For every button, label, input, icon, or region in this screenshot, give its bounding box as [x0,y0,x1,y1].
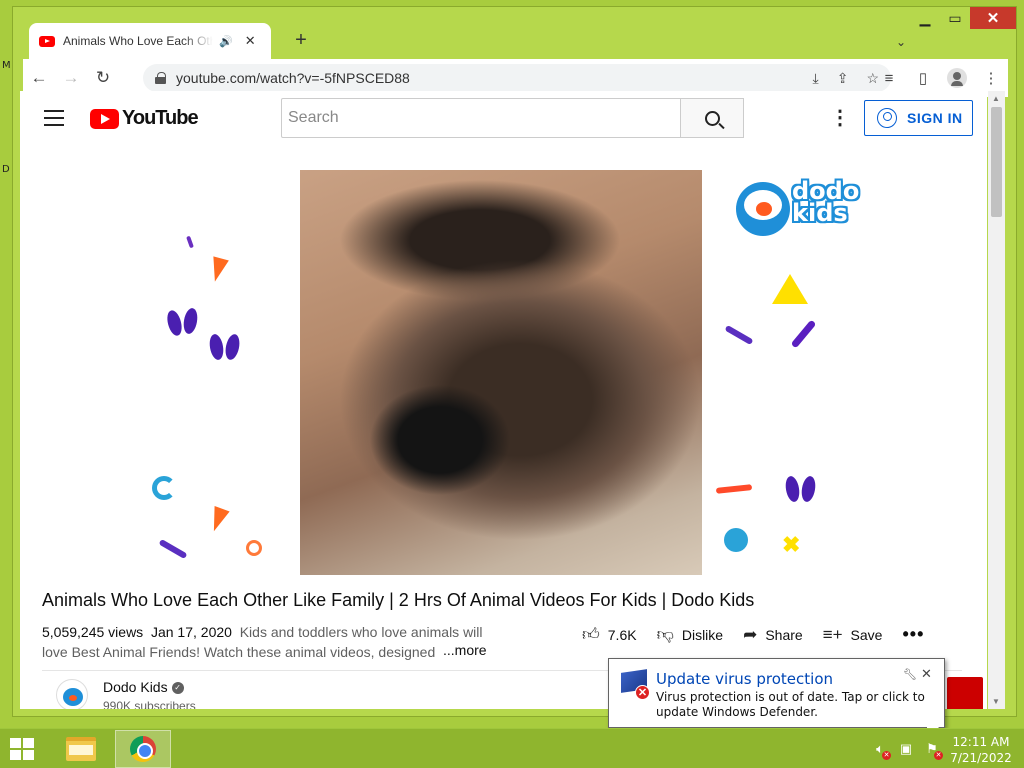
youtube-play-icon [90,108,119,129]
subscriber-count: 990K subscribers [103,699,196,709]
desktop-edge-text: D [2,164,10,175]
dislike-button[interactable]: 👎︎ Dislike [657,624,724,645]
windows-defender-alert-icon: ✕ [619,669,651,701]
tab-search-chevron-icon[interactable]: ⌄ [896,35,906,49]
sign-in-label: SIGN IN [907,110,963,126]
taskbar-file-explorer[interactable] [53,730,109,768]
clock-date: 7/21/2022 [950,751,1012,765]
new-tab-button[interactable]: + [289,29,313,52]
taskbar: 🔈︎ ✕ ▣ ⚑ ✕ 12:11 AM 7/21/2022 [0,728,1024,768]
address-bar-actions: ⤓ ⇪ ☆ [813,70,880,87]
menu-icon[interactable]: ⋮ [980,64,1002,92]
hamburger-menu-icon[interactable] [44,110,64,126]
youtube-header: YouTube ⋮ SIGN IN [20,91,987,147]
video-title: Animals Who Love Each Other Like Family … [42,590,755,610]
scroll-down-arrow-icon[interactable]: ▼ [992,697,1000,706]
tab-youtube[interactable]: Animals Who Love Each Other Like Family … [29,23,271,59]
profile-icon[interactable] [946,64,968,92]
youtube-logo-text: YouTube [122,107,199,129]
more-actions-button[interactable]: ••• [902,624,924,645]
dodo-bird-icon [736,182,790,236]
page-viewport: YouTube ⋮ SIGN IN [20,91,987,709]
toolbar-right: ≡ ▯ ⋮ [878,64,1002,92]
sign-in-button[interactable]: SIGN IN [864,100,973,136]
media-icon[interactable]: ≡ [878,64,900,92]
account-circle-icon [877,108,897,128]
action-center-flag-icon[interactable]: ⚑ ✕ [924,741,943,760]
url-text[interactable]: youtube.com/watch?v=-5fNPSCED88 [176,70,410,86]
network-icon[interactable]: ▣ [898,741,914,757]
share-label: Share [765,626,803,643]
taskbar-clock[interactable]: 12:11 AM 7/21/2022 [948,734,1014,766]
dislike-label: Dislike [681,626,724,643]
upload-date: Jan 17, 2020 [150,624,232,640]
search-icon [704,110,720,126]
forward-button[interactable]: → [55,62,87,94]
channel-name[interactable]: Dodo Kids ✓ [103,679,184,695]
youtube-favicon-icon [39,35,55,47]
video-frame [300,170,702,575]
notification-title[interactable]: Update virus protection [656,670,833,688]
tab-strip: Animals Who Love Each Other Like Family … [23,19,1008,59]
subscribe-button[interactable] [947,677,983,709]
channel-avatar[interactable] [56,679,88,709]
video-player[interactable]: ✖ dodo kids [144,170,862,575]
side-panel-icon[interactable]: ▯ [912,64,934,92]
start-button-windows-icon[interactable] [10,738,34,760]
reload-button[interactable]: ↻ [87,62,119,94]
system-tray: 🔈︎ ✕ ▣ ⚑ ✕ [872,741,943,760]
channel-name-text[interactable]: Dodo Kids [103,679,168,695]
speaker-icon[interactable]: 🔊 [219,35,233,48]
share-button[interactable]: ➦ Share [743,625,803,645]
settings-more-icon[interactable]: ⋮ [830,108,850,128]
address-bar[interactable]: youtube.com/watch?v=-5fNPSCED88 ⤓ ⇪ ☆ [143,64,891,92]
save-button[interactable]: ≡+ Save [823,625,883,645]
tab-close-button[interactable]: ✕ [245,33,256,49]
notification-balloon[interactable]: ✕ Update virus protection Virus protecti… [608,658,945,741]
video-left-panel [144,170,300,575]
tab-title: Animals Who Love Each Other Like Family … [63,34,213,48]
taskbar-chrome[interactable] [115,730,171,768]
clock-time: 12:11 AM [952,735,1010,749]
volume-muted-icon[interactable]: 🔈︎ ✕ [872,741,891,760]
notification-close-button[interactable]: ✕ [921,666,932,682]
like-count: 7.6K [607,626,637,643]
back-button[interactable]: ← [23,62,55,94]
chrome-icon [130,736,156,762]
save-label: Save [850,626,883,643]
lock-icon[interactable] [155,72,166,84]
desktop-edge-text: M [2,60,11,71]
playlist-add-icon: ≡+ [822,624,843,644]
install-icon[interactable]: ⤓ [813,70,819,87]
youtube-logo[interactable]: YouTube [90,107,199,130]
description-more-link[interactable]: ...more [440,642,487,658]
dodo-kids-watermark: dodo kids [792,177,860,227]
notification-options-icon[interactable]: 🔧︎ [903,668,917,681]
view-count: 5,059,245 views [42,624,144,640]
share-arrow-icon: ➦ [743,624,758,644]
thumbs-up-icon: 👍︎ [582,625,600,644]
scroll-up-arrow-icon[interactable]: ▲ [992,94,1000,103]
search-input-container [281,98,681,138]
like-button[interactable]: 👍︎ 7.6K [582,624,637,645]
video-actions: 👍︎ 7.6K 👎︎ Dislike ➦ Share ≡+ Save ••• [582,624,944,645]
share-icon[interactable]: ⇪ [837,70,849,87]
search-input[interactable] [288,109,680,127]
folder-icon [66,737,96,761]
scrollbar-thumb[interactable] [991,107,1002,217]
dodo-kids-logo: dodo kids [732,177,860,240]
search-button[interactable] [680,98,744,138]
verified-check-icon: ✓ [171,682,184,695]
page-scrollbar[interactable]: ▲ ▼ [988,91,1005,709]
notification-text[interactable]: Virus protection is out of date. Tap or … [656,690,938,720]
thumbs-down-icon: 👎︎ [656,625,674,644]
